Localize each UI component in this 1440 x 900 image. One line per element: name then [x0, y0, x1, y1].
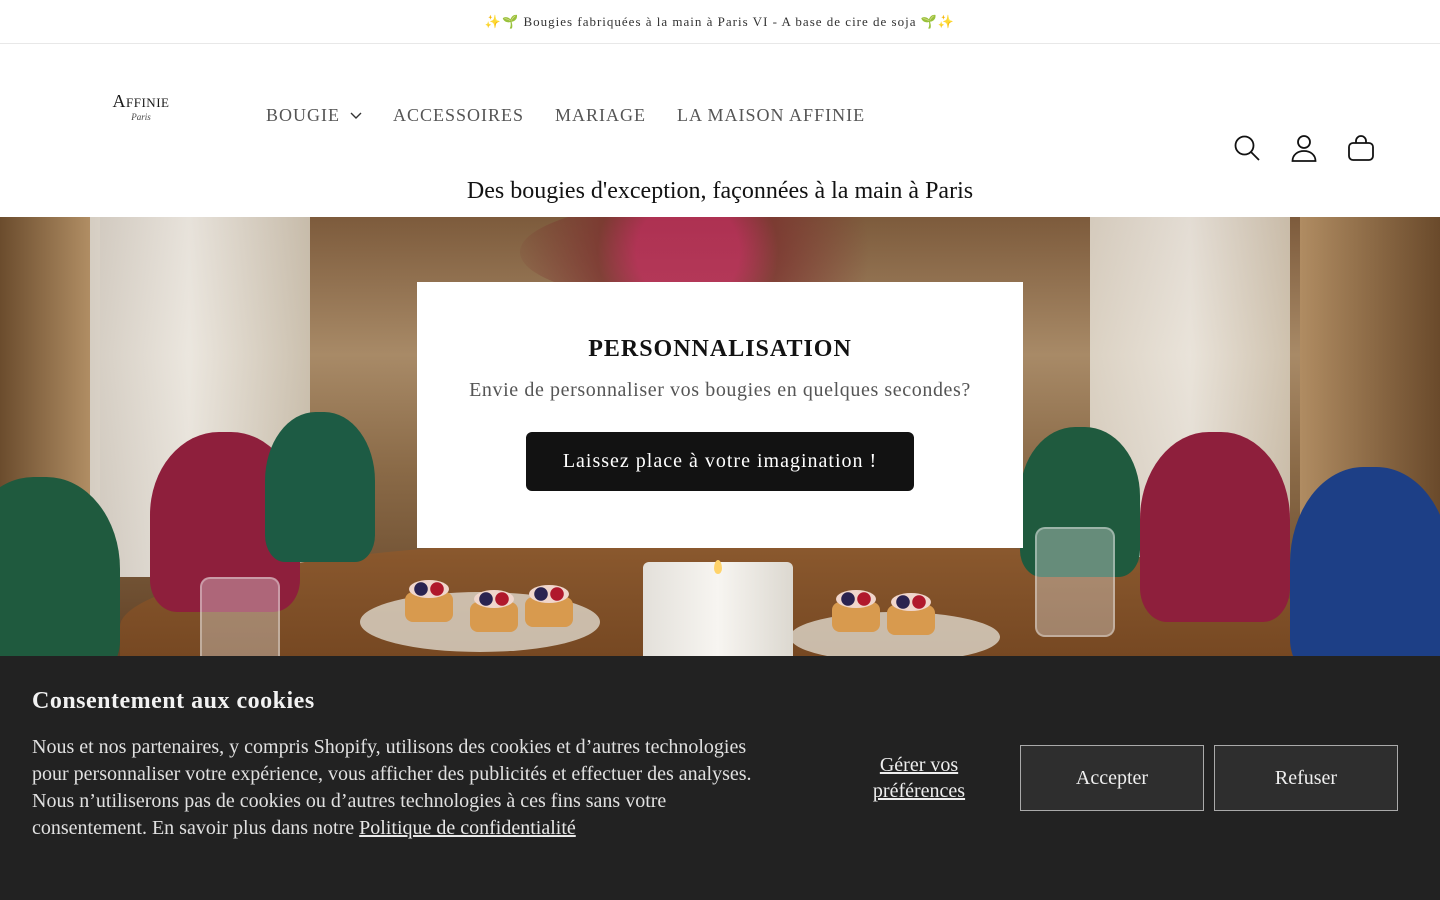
nav-item-label: BOUGIE — [266, 105, 340, 125]
announcement-bar: ✨🌱 Bougies fabriquées à la main à Paris … — [0, 0, 1440, 44]
refuse-button[interactable]: Refuser — [1214, 745, 1398, 811]
search-icon[interactable] — [1232, 133, 1262, 163]
header-icons — [1205, 133, 1376, 163]
nav-item-label: LA MAISON AFFINIE — [677, 105, 866, 125]
nav-item-la-maison-affinie[interactable]: LA MAISON AFFINIE — [677, 105, 865, 126]
account-icon[interactable] — [1289, 133, 1319, 163]
privacy-policy-link[interactable]: Politique de confidentialité — [359, 817, 576, 839]
hero-decor — [832, 590, 880, 632]
tagline: Des bougies d'exception, façonnées à la … — [466, 178, 974, 204]
hero-decor — [525, 585, 573, 627]
hero-decor — [1140, 432, 1290, 622]
logo-subtitle: Paris — [131, 112, 151, 122]
hero-decor — [887, 593, 935, 635]
logo-name: Affinie — [112, 91, 170, 111]
cart-icon[interactable] — [1346, 133, 1376, 163]
personnalisation-button[interactable]: Laissez place à votre imagination ! — [526, 432, 914, 491]
nav-item-accessoires[interactable]: ACCESSOIRES — [393, 105, 524, 126]
personnalisation-title: PERSONNALISATION — [588, 336, 852, 362]
nav-item-mariage[interactable]: MARIAGE — [555, 105, 646, 126]
announcement-text: ✨🌱 Bougies fabriquées à la main à Paris … — [484, 13, 956, 29]
manage-preferences-link[interactable]: Gérer vos préférences — [852, 752, 986, 804]
hero-decor — [470, 590, 518, 632]
accept-button[interactable]: Accepter — [1020, 745, 1204, 811]
site-header: Affinie Paris BOUGIE ACCESSOIRES MARIAGE… — [0, 44, 1440, 168]
nav-item-label: ACCESSOIRES — [393, 105, 525, 125]
chevron-down-icon — [350, 112, 362, 120]
personnalisation-text: Envie de personnaliser vos bougies en qu… — [469, 379, 971, 401]
hero-decor — [1290, 467, 1440, 677]
nav-item-bougie[interactable]: BOUGIE — [266, 105, 362, 126]
hero-decor — [714, 560, 722, 574]
hero-decor — [1035, 527, 1115, 637]
main-nav: BOUGIE ACCESSOIRES MARIAGE LA MAISON AFF… — [266, 105, 896, 126]
logo[interactable]: Affinie Paris — [105, 92, 177, 122]
nav-item-label: MARIAGE — [555, 105, 647, 125]
hero-decor — [405, 580, 453, 622]
personnalisation-card: PERSONNALISATION Envie de personnaliser … — [417, 282, 1023, 548]
hero-decor — [265, 412, 375, 562]
cookie-banner: Consentement aux cookies Nous et nos par… — [0, 656, 1440, 900]
cookie-text: Nous et nos partenaires, y compris Shopi… — [32, 734, 762, 842]
cookie-title: Consentement aux cookies — [32, 688, 315, 714]
